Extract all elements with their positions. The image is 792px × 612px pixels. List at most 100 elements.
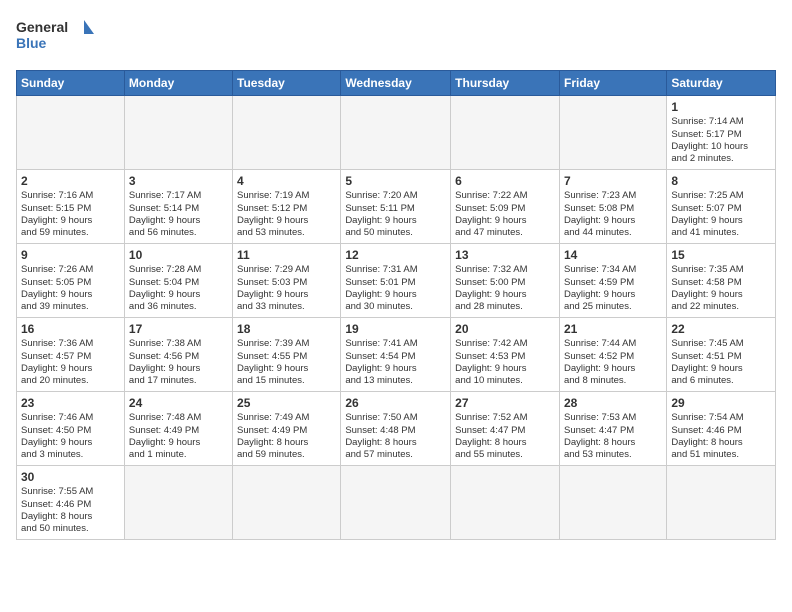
day-info: Sunrise: 7:52 AMSunset: 4:47 PMDaylight:… [455,412,555,461]
day-cell: 9Sunrise: 7:26 AMSunset: 5:05 PMDaylight… [17,244,125,318]
day-number: 8 [671,173,771,189]
day-cell: 19Sunrise: 7:41 AMSunset: 4:54 PMDayligh… [341,318,451,392]
day-number: 21 [564,321,662,337]
day-info: Sunrise: 7:20 AMSunset: 5:11 PMDaylight:… [345,190,446,239]
day-cell: 6Sunrise: 7:22 AMSunset: 5:09 PMDaylight… [451,170,560,244]
day-info: Sunrise: 7:14 AMSunset: 5:17 PMDaylight:… [671,116,771,165]
day-info: Sunrise: 7:48 AMSunset: 4:49 PMDaylight:… [129,412,228,461]
weekday-thursday: Thursday [451,71,560,96]
day-number: 9 [21,247,120,263]
day-cell: 10Sunrise: 7:28 AMSunset: 5:04 PMDayligh… [124,244,232,318]
day-number: 19 [345,321,446,337]
svg-text:General: General [16,19,68,35]
weekday-row: SundayMondayTuesdayWednesdayThursdayFrid… [17,71,776,96]
day-number: 28 [564,395,662,411]
day-info: Sunrise: 7:31 AMSunset: 5:01 PMDaylight:… [345,264,446,313]
day-number: 16 [21,321,120,337]
day-info: Sunrise: 7:55 AMSunset: 4:46 PMDaylight:… [21,486,120,535]
day-number: 27 [455,395,555,411]
day-cell: 30Sunrise: 7:55 AMSunset: 4:46 PMDayligh… [17,466,125,540]
day-cell: 14Sunrise: 7:34 AMSunset: 4:59 PMDayligh… [559,244,666,318]
day-info: Sunrise: 7:36 AMSunset: 4:57 PMDaylight:… [21,338,120,387]
weekday-saturday: Saturday [667,71,776,96]
page: General Blue SundayMondayTuesdayWednesda… [0,0,792,612]
day-info: Sunrise: 7:46 AMSunset: 4:50 PMDaylight:… [21,412,120,461]
day-cell: 24Sunrise: 7:48 AMSunset: 4:49 PMDayligh… [124,392,232,466]
day-cell [451,466,560,540]
week-row-4: 23Sunrise: 7:46 AMSunset: 4:50 PMDayligh… [17,392,776,466]
day-number: 29 [671,395,771,411]
day-cell: 8Sunrise: 7:25 AMSunset: 5:07 PMDaylight… [667,170,776,244]
weekday-tuesday: Tuesday [233,71,341,96]
day-number: 14 [564,247,662,263]
day-cell [559,96,666,170]
day-cell [17,96,125,170]
day-number: 13 [455,247,555,263]
day-info: Sunrise: 7:45 AMSunset: 4:51 PMDaylight:… [671,338,771,387]
day-cell: 26Sunrise: 7:50 AMSunset: 4:48 PMDayligh… [341,392,451,466]
day-info: Sunrise: 7:42 AMSunset: 4:53 PMDaylight:… [455,338,555,387]
day-info: Sunrise: 7:39 AMSunset: 4:55 PMDaylight:… [237,338,336,387]
weekday-friday: Friday [559,71,666,96]
day-number: 6 [455,173,555,189]
day-cell: 12Sunrise: 7:31 AMSunset: 5:01 PMDayligh… [341,244,451,318]
day-cell: 21Sunrise: 7:44 AMSunset: 4:52 PMDayligh… [559,318,666,392]
day-cell: 18Sunrise: 7:39 AMSunset: 4:55 PMDayligh… [233,318,341,392]
day-number: 10 [129,247,228,263]
day-number: 7 [564,173,662,189]
day-number: 1 [671,99,771,115]
day-cell: 29Sunrise: 7:54 AMSunset: 4:46 PMDayligh… [667,392,776,466]
day-number: 22 [671,321,771,337]
day-cell [124,96,232,170]
day-number: 5 [345,173,446,189]
day-info: Sunrise: 7:28 AMSunset: 5:04 PMDaylight:… [129,264,228,313]
day-cell [451,96,560,170]
day-info: Sunrise: 7:44 AMSunset: 4:52 PMDaylight:… [564,338,662,387]
calendar: SundayMondayTuesdayWednesdayThursdayFrid… [16,70,776,540]
day-cell: 28Sunrise: 7:53 AMSunset: 4:47 PMDayligh… [559,392,666,466]
day-number: 3 [129,173,228,189]
day-cell [341,96,451,170]
day-info: Sunrise: 7:35 AMSunset: 4:58 PMDaylight:… [671,264,771,313]
day-info: Sunrise: 7:38 AMSunset: 4:56 PMDaylight:… [129,338,228,387]
day-number: 4 [237,173,336,189]
day-info: Sunrise: 7:17 AMSunset: 5:14 PMDaylight:… [129,190,228,239]
day-cell [233,96,341,170]
day-info: Sunrise: 7:34 AMSunset: 4:59 PMDaylight:… [564,264,662,313]
day-cell: 15Sunrise: 7:35 AMSunset: 4:58 PMDayligh… [667,244,776,318]
day-cell: 1Sunrise: 7:14 AMSunset: 5:17 PMDaylight… [667,96,776,170]
day-number: 24 [129,395,228,411]
day-number: 17 [129,321,228,337]
day-cell: 11Sunrise: 7:29 AMSunset: 5:03 PMDayligh… [233,244,341,318]
day-cell: 2Sunrise: 7:16 AMSunset: 5:15 PMDaylight… [17,170,125,244]
week-row-3: 16Sunrise: 7:36 AMSunset: 4:57 PMDayligh… [17,318,776,392]
day-info: Sunrise: 7:19 AMSunset: 5:12 PMDaylight:… [237,190,336,239]
day-number: 12 [345,247,446,263]
week-row-2: 9Sunrise: 7:26 AMSunset: 5:05 PMDaylight… [17,244,776,318]
weekday-monday: Monday [124,71,232,96]
day-info: Sunrise: 7:49 AMSunset: 4:49 PMDaylight:… [237,412,336,461]
day-info: Sunrise: 7:54 AMSunset: 4:46 PMDaylight:… [671,412,771,461]
day-number: 30 [21,469,120,485]
day-number: 26 [345,395,446,411]
svg-text:Blue: Blue [16,35,47,51]
day-number: 20 [455,321,555,337]
day-info: Sunrise: 7:50 AMSunset: 4:48 PMDaylight:… [345,412,446,461]
day-info: Sunrise: 7:22 AMSunset: 5:09 PMDaylight:… [455,190,555,239]
day-info: Sunrise: 7:25 AMSunset: 5:07 PMDaylight:… [671,190,771,239]
day-cell: 17Sunrise: 7:38 AMSunset: 4:56 PMDayligh… [124,318,232,392]
header: General Blue [16,16,776,60]
week-row-1: 2Sunrise: 7:16 AMSunset: 5:15 PMDaylight… [17,170,776,244]
day-cell: 7Sunrise: 7:23 AMSunset: 5:08 PMDaylight… [559,170,666,244]
day-number: 2 [21,173,120,189]
calendar-body: 1Sunrise: 7:14 AMSunset: 5:17 PMDaylight… [17,96,776,540]
day-number: 23 [21,395,120,411]
day-info: Sunrise: 7:26 AMSunset: 5:05 PMDaylight:… [21,264,120,313]
day-number: 11 [237,247,336,263]
day-number: 15 [671,247,771,263]
day-number: 25 [237,395,336,411]
day-info: Sunrise: 7:32 AMSunset: 5:00 PMDaylight:… [455,264,555,313]
day-cell: 3Sunrise: 7:17 AMSunset: 5:14 PMDaylight… [124,170,232,244]
logo: General Blue [16,16,96,60]
day-info: Sunrise: 7:23 AMSunset: 5:08 PMDaylight:… [564,190,662,239]
